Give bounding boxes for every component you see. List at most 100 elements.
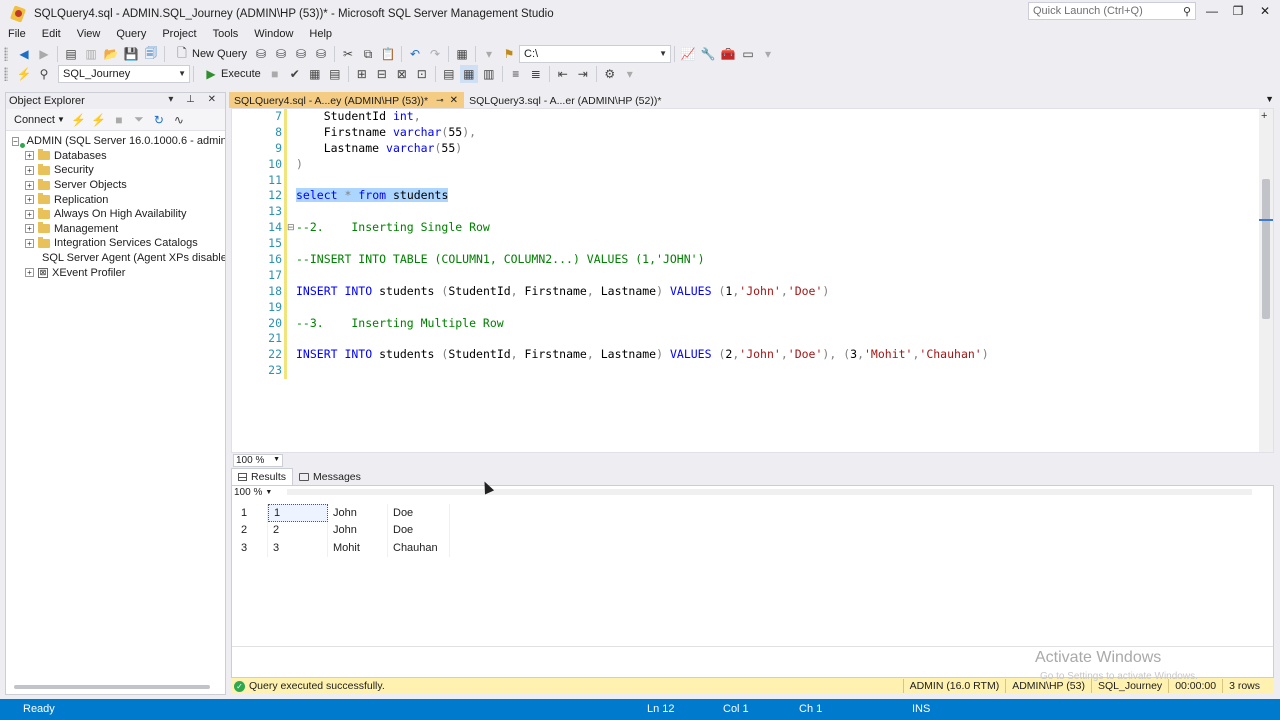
quick-launch-input[interactable]: Quick Launch (Ctrl+Q) ⚲ <box>1028 2 1196 20</box>
save-icon[interactable]: 💾 <box>122 45 140 63</box>
expand-icon[interactable]: + <box>25 238 34 248</box>
minimize-button[interactable]: — <box>1202 4 1222 20</box>
toolbar-overflow-icon[interactable]: ▾ <box>759 45 777 63</box>
toolbar-grip[interactable] <box>4 67 8 81</box>
refresh-icon[interactable]: ↻ <box>150 111 168 129</box>
code-area[interactable]: StudentId int, Firstname varchar(55), La… <box>296 109 989 379</box>
new-project-icon[interactable]: ▤ <box>62 45 80 63</box>
tree-node-security[interactable]: + Security <box>6 163 225 178</box>
tree-node-server-objects[interactable]: + Server Objects <box>6 178 225 193</box>
stop-icon[interactable]: ■ <box>110 111 128 129</box>
cell-firstname[interactable]: John <box>328 521 388 539</box>
toolbar-grip[interactable] <box>4 47 8 61</box>
disconnect-icon[interactable]: ⚡ <box>90 111 108 129</box>
toolbox-icon[interactable]: 🧰 <box>719 45 737 63</box>
execute-button[interactable]: ▶ Execute <box>197 65 265 83</box>
intellisense-icon[interactable]: ⊞ <box>353 65 371 83</box>
results-to-text-icon[interactable]: ▤ <box>440 65 458 83</box>
copy-icon[interactable]: ⧉ <box>359 45 377 63</box>
cell-studentid[interactable]: 1 <box>268 504 328 522</box>
analysis-services-xmla-icon[interactable]: ⛁ <box>312 45 330 63</box>
tree-node-replication[interactable]: + Replication <box>6 192 225 207</box>
solution-config-dropdown-icon[interactable]: ▾ <box>480 45 498 63</box>
pin-icon[interactable]: ⊸ <box>436 95 444 106</box>
paste-icon[interactable]: 📋 <box>379 45 397 63</box>
analysis-services-dmx-icon[interactable]: ⛁ <box>292 45 310 63</box>
connect-plug-icon[interactable]: ⚡ <box>70 111 88 129</box>
expand-icon[interactable]: + <box>25 180 34 190</box>
expand-icon[interactable]: + <box>25 209 34 219</box>
horizontal-scrollbar[interactable] <box>14 685 210 689</box>
tree-node-always-on[interactable]: + Always On High Availability <box>6 207 225 222</box>
cell-studentid[interactable]: 3 <box>268 539 328 557</box>
editor-vertical-scrollbar[interactable]: + <box>1259 109 1273 452</box>
toolbar-overflow-icon[interactable]: ▾ <box>621 65 639 83</box>
tree-node-xevent-profiler[interactable]: + ⊠ XEvent Profiler <box>6 265 225 280</box>
tree-node-databases[interactable]: + Databases <box>6 149 225 164</box>
tree-node-integration-services[interactable]: + Integration Services Catalogs <box>6 236 225 251</box>
uncomment-lines-icon[interactable]: ≣ <box>527 65 545 83</box>
close-icon[interactable]: ✕ <box>450 95 458 106</box>
decrease-indent-icon[interactable]: ⇤ <box>554 65 572 83</box>
expand-icon[interactable]: + <box>25 195 34 205</box>
tab-messages[interactable]: Messages <box>293 468 367 485</box>
parse-checkmark-icon[interactable]: ✔ <box>286 65 304 83</box>
expand-icon[interactable]: + <box>25 165 34 175</box>
tabs-dropdown-icon[interactable]: ▼ <box>1265 94 1274 104</box>
cell-firstname[interactable]: John <box>328 504 388 522</box>
connect-icon[interactable]: ⚡ <box>15 65 33 83</box>
close-button[interactable]: ✕ <box>1255 4 1275 20</box>
table-row[interactable]: 3 3 Mohit Chauhan <box>236 539 450 557</box>
open-file-icon[interactable]: 📂 <box>102 45 120 63</box>
available-databases-combo[interactable]: SQL_Journey ▼ <box>58 65 190 83</box>
cut-icon[interactable]: ✂ <box>339 45 357 63</box>
add-item-icon[interactable]: ▥ <box>82 45 100 63</box>
database-engine-query-icon[interactable]: ⛁ <box>252 45 270 63</box>
find-in-files-icon[interactable]: ⚑ <box>500 45 518 63</box>
collapse-icon[interactable]: − <box>12 136 19 146</box>
table-row[interactable]: 2 2 John Doe <box>236 521 450 539</box>
expand-icon[interactable]: + <box>25 224 34 234</box>
increase-indent-icon[interactable]: ⇥ <box>574 65 592 83</box>
table-row[interactable]: 1 1 John Doe <box>236 504 450 522</box>
connect-dropdown-button[interactable]: Connect ▼ <box>10 111 69 129</box>
cell-lastname[interactable]: Doe <box>388 521 450 539</box>
undo-icon[interactable]: ↶ <box>406 45 424 63</box>
back-icon[interactable]: ◀ <box>15 45 33 63</box>
client-statistics-icon[interactable]: ⊡ <box>413 65 431 83</box>
analysis-services-mdx-icon[interactable]: ⛁ <box>272 45 290 63</box>
forward-icon[interactable]: ▶ <box>35 45 53 63</box>
results-horizontal-scrollbar[interactable] <box>287 489 1252 495</box>
new-query-button[interactable]: 🗋 New Query <box>168 45 251 63</box>
object-explorer-details-icon[interactable]: ▭ <box>739 45 757 63</box>
results-to-file-icon[interactable]: ▥ <box>480 65 498 83</box>
tab-sqlquery3[interactable]: SQLQuery3.sql - A...er (ADMIN\HP (52))* <box>464 92 667 108</box>
properties-icon[interactable]: 🔧 <box>699 45 717 63</box>
maximize-button[interactable]: ❐ <box>1228 4 1248 20</box>
save-all-icon[interactable]: 🗐 <box>142 45 160 63</box>
cell-studentid[interactable]: 2 <box>268 521 328 539</box>
activity-monitor-icon[interactable]: 📈 <box>679 45 697 63</box>
cell-lastname[interactable]: Chauhan <box>388 539 450 557</box>
display-estimated-plan-icon[interactable]: ▦ <box>306 65 324 83</box>
tab-sqlquery4[interactable]: SQLQuery4.sql - A...ey (ADMIN\HP (53))* … <box>229 92 465 108</box>
actual-plan-icon[interactable]: ⊟ <box>373 65 391 83</box>
comment-lines-icon[interactable]: ≡ <box>507 65 525 83</box>
cell-lastname[interactable]: Doe <box>388 504 450 522</box>
activity-icon[interactable]: ∿ <box>170 111 188 129</box>
tab-results[interactable]: Results <box>231 468 294 485</box>
cancel-query-icon[interactable]: ■ <box>266 65 284 83</box>
tree-node-server[interactable]: − ADMIN (SQL Server 16.0.1000.6 - admin\… <box>6 134 225 149</box>
redo-icon[interactable]: ↷ <box>426 45 444 63</box>
find-path-combo[interactable]: C:\ ▼ <box>519 45 672 63</box>
split-editor-icon[interactable]: + <box>1261 110 1267 122</box>
cell-firstname[interactable]: Mohit <box>328 539 388 557</box>
live-statistics-icon[interactable]: ⊠ <box>393 65 411 83</box>
expand-icon[interactable]: + <box>25 151 34 161</box>
results-to-grid-icon[interactable]: ▦ <box>459 65 478 83</box>
specify-template-values-icon[interactable]: ⚙ <box>601 65 619 83</box>
tree-node-sql-server-agent[interactable]: SQL Server Agent (Agent XPs disabled) <box>6 251 225 266</box>
expand-icon[interactable]: + <box>25 268 34 278</box>
change-connection-icon[interactable]: ⚲ <box>35 65 53 83</box>
query-editor[interactable]: 7 8 9 10 11 12 13 14 15 16 17 18 19 20 21 22 23 ⊟ Studen… <box>231 108 1274 453</box>
